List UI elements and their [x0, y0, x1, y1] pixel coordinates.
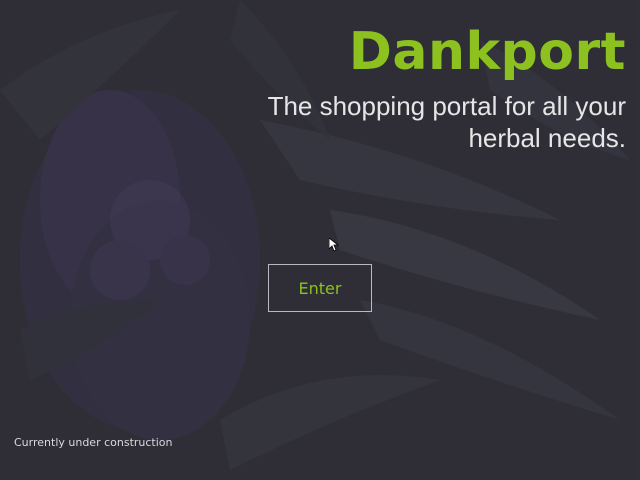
- construction-notice: Currently under construction: [14, 436, 173, 449]
- site-tagline: The shopping portal for all your herbal …: [267, 91, 626, 153]
- enter-button[interactable]: Enter: [268, 264, 372, 312]
- site-title: Dankport: [348, 22, 626, 82]
- mouse-pointer-icon: [328, 237, 340, 252]
- brand-block: Dankport: [349, 22, 626, 82]
- landing-page: Dankport The shopping portal for all you…: [0, 0, 640, 480]
